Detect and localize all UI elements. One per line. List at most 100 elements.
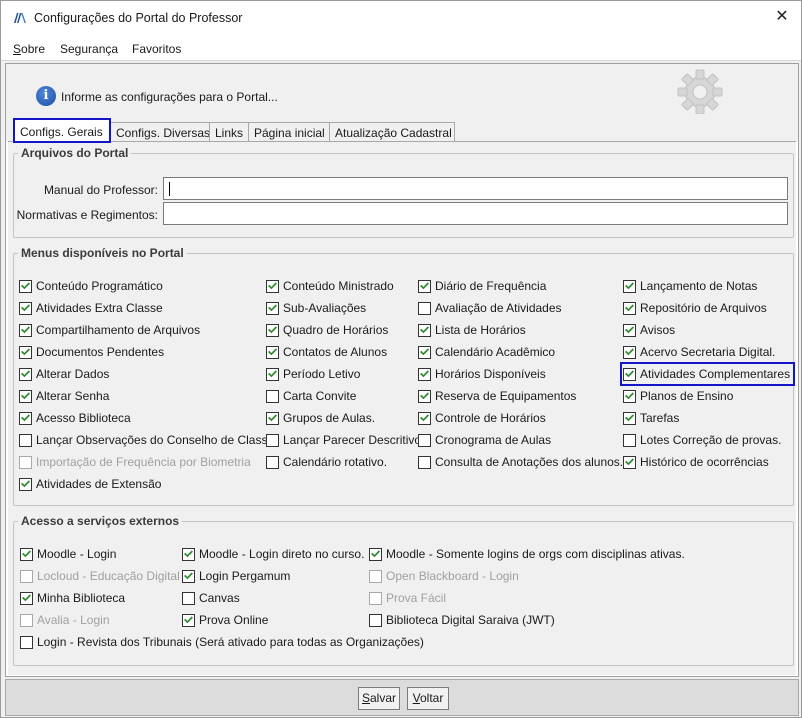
checkbox-historico-de-ocorrencias[interactable]: Histórico de ocorrências bbox=[623, 453, 769, 471]
checkbox-icon[interactable] bbox=[418, 323, 431, 337]
checkbox-icon[interactable] bbox=[266, 279, 279, 293]
checkbox-prova-online[interactable]: Prova Online bbox=[182, 611, 268, 629]
checkbox-icon[interactable] bbox=[623, 367, 636, 381]
checkbox-atividades-extra-classe[interactable]: Atividades Extra Classe bbox=[19, 299, 163, 317]
checkbox-icon[interactable] bbox=[266, 345, 279, 359]
checkbox-quadro-de-horarios[interactable]: Quadro de Horários bbox=[266, 321, 388, 339]
tab-configs-diversas[interactable]: Configs. Diversas bbox=[110, 122, 210, 142]
checkbox-icon[interactable] bbox=[369, 613, 382, 627]
checkbox-compartilhamento-de-arquivos[interactable]: Compartilhamento de Arquivos bbox=[19, 321, 200, 339]
checkbox-calendario-academico[interactable]: Calendário Acadêmico bbox=[418, 343, 555, 361]
checkbox-icon[interactable] bbox=[623, 455, 636, 469]
checkbox-documentos-pendentes[interactable]: Documentos Pendentes bbox=[19, 343, 164, 361]
checkbox-grupos-de-aulas[interactable]: Grupos de Aulas. bbox=[266, 409, 375, 427]
checkbox-lancar-observacoes-do-conselho-de-classe[interactable]: Lançar Observações do Conselho de Classe bbox=[19, 431, 274, 449]
checkbox-calendario-rotativo[interactable]: Calendário rotativo. bbox=[266, 453, 387, 471]
checkbox-icon[interactable] bbox=[182, 547, 195, 561]
checkbox-avaliacao-de-atividades[interactable]: Avaliação de Atividades bbox=[418, 299, 562, 317]
checkbox-conteudo-ministrado[interactable]: Conteúdo Ministrado bbox=[266, 277, 394, 295]
checkbox-icon[interactable] bbox=[266, 323, 279, 337]
checkbox-icon[interactable] bbox=[266, 455, 279, 469]
back-button[interactable]: Voltar bbox=[407, 687, 449, 710]
checkbox-login-revista-dos-tribunais-sera-ativado-para-todas-as-organizacoes[interactable]: Login - Revista dos Tribunais (Será ativ… bbox=[20, 633, 424, 651]
checkbox-controle-de-horarios[interactable]: Controle de Horários bbox=[418, 409, 546, 427]
checkbox-icon[interactable] bbox=[19, 433, 32, 447]
checkbox-tarefas[interactable]: Tarefas bbox=[623, 409, 679, 427]
checkbox-alterar-dados[interactable]: Alterar Dados bbox=[19, 365, 109, 383]
checkbox-icon[interactable] bbox=[19, 301, 32, 315]
checkbox-icon[interactable] bbox=[19, 389, 32, 403]
checkbox-atividades-de-extensao[interactable]: Atividades de Extensão bbox=[19, 475, 161, 493]
tab-pagina-inicial[interactable]: Página inicial bbox=[248, 122, 330, 142]
checkbox-horarios-disponiveis[interactable]: Horários Disponíveis bbox=[418, 365, 546, 383]
menu-item-sobre[interactable]: Sobre bbox=[13, 42, 45, 56]
checkbox-minha-biblioteca[interactable]: Minha Biblioteca bbox=[20, 589, 125, 607]
checkbox-icon[interactable] bbox=[623, 323, 636, 337]
checkbox-icon[interactable] bbox=[623, 411, 636, 425]
checkbox-icon[interactable] bbox=[182, 591, 195, 605]
tab-configs-gerais[interactable]: Configs. Gerais bbox=[13, 118, 111, 143]
save-button[interactable]: Salvar bbox=[358, 687, 400, 710]
checkbox-icon[interactable] bbox=[266, 433, 279, 447]
checkbox-reserva-de-equipamentos[interactable]: Reserva de Equipamentos bbox=[418, 387, 576, 405]
checkbox-lista-de-horarios[interactable]: Lista de Horários bbox=[418, 321, 526, 339]
checkbox-icon[interactable] bbox=[19, 345, 32, 359]
checkbox-moodle-somente-logins-de-orgs-com-disciplinas-ativas[interactable]: Moodle - Somente logins de orgs com disc… bbox=[369, 545, 685, 563]
close-icon[interactable]: ✕ bbox=[767, 3, 797, 31]
tab-links[interactable]: Links bbox=[209, 122, 249, 142]
checkbox-icon[interactable] bbox=[418, 279, 431, 293]
checkbox-icon[interactable] bbox=[19, 411, 32, 425]
checkbox-icon[interactable] bbox=[19, 477, 32, 491]
checkbox-icon[interactable] bbox=[20, 547, 33, 561]
checkbox-icon[interactable] bbox=[418, 389, 431, 403]
checkbox-icon[interactable] bbox=[266, 367, 279, 381]
checkbox-icon[interactable] bbox=[20, 591, 33, 605]
checkbox-icon[interactable] bbox=[266, 389, 279, 403]
checkbox-alterar-senha[interactable]: Alterar Senha bbox=[19, 387, 109, 405]
checkbox-canvas[interactable]: Canvas bbox=[182, 589, 240, 607]
checkbox-consulta-de-anotacoes-dos-alunos[interactable]: Consulta de Anotações dos alunos. bbox=[418, 453, 623, 471]
checkbox-icon[interactable] bbox=[20, 635, 33, 649]
checkbox-moodle-login-direto-no-curso[interactable]: Moodle - Login direto no curso. bbox=[182, 545, 364, 563]
checkbox-biblioteca-digital-saraiva-jwt[interactable]: Biblioteca Digital Saraiva (JWT) bbox=[369, 611, 555, 629]
checkbox-contatos-de-alunos[interactable]: Contatos de Alunos bbox=[266, 343, 387, 361]
checkbox-conteudo-programatico[interactable]: Conteúdo Programático bbox=[19, 277, 163, 295]
checkbox-icon[interactable] bbox=[19, 323, 32, 337]
checkbox-icon[interactable] bbox=[19, 279, 32, 293]
checkbox-icon[interactable] bbox=[19, 367, 32, 381]
menu-item-favoritos[interactable]: Favoritos bbox=[132, 42, 181, 56]
checkbox-icon[interactable] bbox=[418, 433, 431, 447]
checkbox-icon[interactable] bbox=[623, 301, 636, 315]
checkbox-periodo-letivo[interactable]: Período Letivo bbox=[266, 365, 360, 383]
checkbox-icon[interactable] bbox=[623, 433, 636, 447]
checkbox-icon[interactable] bbox=[266, 301, 279, 315]
checkbox-moodle-login[interactable]: Moodle - Login bbox=[20, 545, 116, 563]
checkbox-icon[interactable] bbox=[623, 389, 636, 403]
checkbox-diario-de-frequencia[interactable]: Diário de Frequência bbox=[418, 277, 546, 295]
checkbox-icon[interactable] bbox=[418, 455, 431, 469]
checkbox-icon[interactable] bbox=[182, 569, 195, 583]
normativas-input[interactable] bbox=[163, 202, 788, 225]
checkbox-sub-avaliacoes[interactable]: Sub-Avaliações bbox=[266, 299, 366, 317]
checkbox-icon[interactable] bbox=[623, 345, 636, 359]
checkbox-icon[interactable] bbox=[266, 411, 279, 425]
checkbox-icon[interactable] bbox=[182, 613, 195, 627]
checkbox-lancamento-de-notas[interactable]: Lançamento de Notas bbox=[623, 277, 757, 295]
checkbox-carta-convite[interactable]: Carta Convite bbox=[266, 387, 356, 405]
checkbox-planos-de-ensino[interactable]: Planos de Ensino bbox=[623, 387, 733, 405]
checkbox-avisos[interactable]: Avisos bbox=[623, 321, 675, 339]
checkbox-cronograma-de-aulas[interactable]: Cronograma de Aulas bbox=[418, 431, 551, 449]
checkbox-icon[interactable] bbox=[418, 367, 431, 381]
checkbox-atividades-complementares[interactable]: Atividades Complementares bbox=[620, 362, 796, 386]
checkbox-icon[interactable] bbox=[369, 547, 382, 561]
checkbox-login-pergamum[interactable]: Login Pergamum bbox=[182, 567, 290, 585]
checkbox-icon[interactable] bbox=[418, 411, 431, 425]
checkbox-acesso-biblioteca[interactable]: Acesso Biblioteca bbox=[19, 409, 131, 427]
checkbox-icon[interactable] bbox=[418, 301, 431, 315]
menu-item-seguranca[interactable]: Segurança bbox=[60, 42, 118, 56]
checkbox-lancar-parecer-descritivo[interactable]: Lançar Parecer Descritivo bbox=[266, 431, 421, 449]
checkbox-repositorio-de-arquivos[interactable]: Repositório de Arquivos bbox=[623, 299, 767, 317]
manual-professor-input[interactable] bbox=[163, 177, 788, 200]
checkbox-acervo-secretaria-digital[interactable]: Acervo Secretaria Digital. bbox=[623, 343, 775, 361]
checkbox-icon[interactable] bbox=[623, 279, 636, 293]
